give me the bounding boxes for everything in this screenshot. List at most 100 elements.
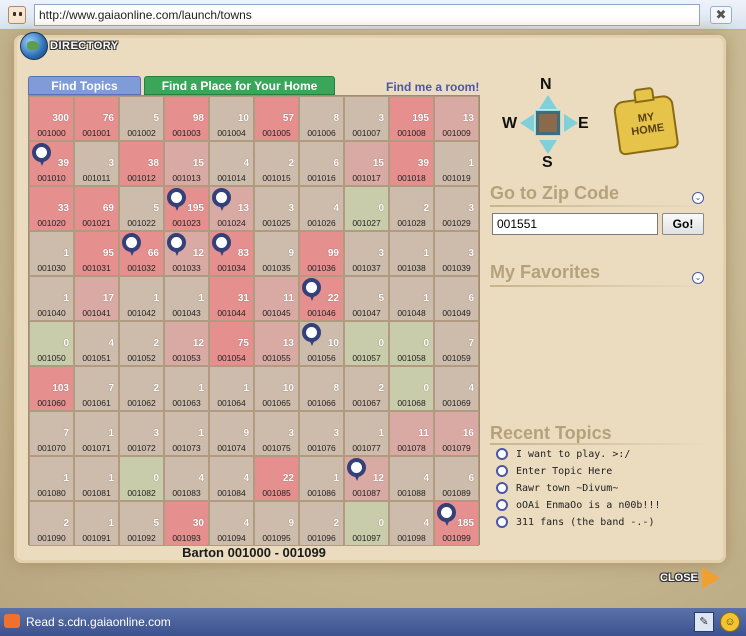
arrow-right-icon[interactable]: [564, 114, 578, 132]
smiley-icon[interactable]: ☺: [720, 612, 740, 632]
grid-cell[interactable]: 39 001010: [29, 141, 74, 186]
grid-cell[interactable]: 13 001024: [209, 186, 254, 231]
grid-cell[interactable]: 1 001042: [119, 276, 164, 321]
grid-cell[interactable]: 57 001005: [254, 96, 299, 141]
grid-cell[interactable]: 0 001027: [344, 186, 389, 231]
grid-cell[interactable]: 1 001091: [74, 501, 119, 546]
grid-cell[interactable]: 8 001066: [299, 366, 344, 411]
grid-cell[interactable]: 13 001009: [434, 96, 479, 141]
grid-cell[interactable]: 195 001008: [389, 96, 434, 141]
speech-bubble-icon[interactable]: [212, 188, 231, 212]
grid-cell[interactable]: 4 001098: [389, 501, 434, 546]
grid-cell[interactable]: 1 001038: [389, 231, 434, 276]
grid-cell[interactable]: 0 001068: [389, 366, 434, 411]
grid-cell[interactable]: 9 001074: [209, 411, 254, 456]
grid-cell[interactable]: 1 001043: [164, 276, 209, 321]
grid-cell[interactable]: 75 001054: [209, 321, 254, 366]
speech-bubble-icon[interactable]: [212, 233, 231, 257]
grid-cell[interactable]: 195 001023: [164, 186, 209, 231]
grid-cell[interactable]: 30 001093: [164, 501, 209, 546]
grid-cell[interactable]: 33 001020: [29, 186, 74, 231]
grid-cell[interactable]: 4 001026: [299, 186, 344, 231]
grid-cell[interactable]: 12 001087: [344, 456, 389, 501]
grid-cell[interactable]: 4 001051: [74, 321, 119, 366]
grid-cell[interactable]: 3 001011: [74, 141, 119, 186]
speech-bubble-icon[interactable]: [167, 233, 186, 257]
grid-cell[interactable]: 9 001035: [254, 231, 299, 276]
grid-cell[interactable]: 1 001048: [389, 276, 434, 321]
chevron-down-icon[interactable]: ⌄: [692, 192, 704, 204]
grid-cell[interactable]: 66 001032: [119, 231, 164, 276]
grid-cell[interactable]: 5 001047: [344, 276, 389, 321]
tab-find-topics[interactable]: Find Topics: [28, 76, 141, 95]
grid-cell[interactable]: 185 001099: [434, 501, 479, 546]
arrow-left-icon[interactable]: [520, 114, 534, 132]
grid-cell[interactable]: 31 001044: [209, 276, 254, 321]
my-home-button[interactable]: MY HOME: [612, 86, 680, 156]
recent-topic-item[interactable]: 311 fans (the band -.-): [494, 514, 714, 531]
find-room-link[interactable]: Find me a room!: [386, 80, 479, 94]
grid-cell[interactable]: 8 001006: [299, 96, 344, 141]
go-button[interactable]: Go!: [662, 213, 704, 235]
grid-cell[interactable]: 0 001050: [29, 321, 74, 366]
grid-cell[interactable]: 0 001082: [119, 456, 164, 501]
grid-cell[interactable]: 0 001058: [389, 321, 434, 366]
grid-cell[interactable]: 13 001055: [254, 321, 299, 366]
grid-cell[interactable]: 11 001045: [254, 276, 299, 321]
recent-topic-item[interactable]: I want to play. >:/: [494, 446, 714, 463]
grid-cell[interactable]: 6 001089: [434, 456, 479, 501]
grid-cell[interactable]: 1 001080: [29, 456, 74, 501]
grid-cell[interactable]: 0 001097: [344, 501, 389, 546]
grid-cell[interactable]: 1 001077: [344, 411, 389, 456]
grid-cell[interactable]: 10 001065: [254, 366, 299, 411]
grid-cell[interactable]: 5 001002: [119, 96, 164, 141]
grid-cell[interactable]: 3 001075: [254, 411, 299, 456]
speech-bubble-icon[interactable]: [32, 143, 51, 167]
compass-north[interactable]: N: [540, 76, 552, 94]
grid-cell[interactable]: 5 001022: [119, 186, 164, 231]
grid-cell[interactable]: 7 001070: [29, 411, 74, 456]
grid-cell[interactable]: 17 001041: [74, 276, 119, 321]
grid-cell[interactable]: 99 001036: [299, 231, 344, 276]
grid-cell[interactable]: 83 001034: [209, 231, 254, 276]
grid-cell[interactable]: 3 001037: [344, 231, 389, 276]
grid-cell[interactable]: 39 001018: [389, 141, 434, 186]
grid-cell[interactable]: 4 001094: [209, 501, 254, 546]
grid-cell[interactable]: 4 001088: [389, 456, 434, 501]
grid-cell[interactable]: 1 001030: [29, 231, 74, 276]
grid-cell[interactable]: 10 001056: [299, 321, 344, 366]
grid-cell[interactable]: 12 001053: [164, 321, 209, 366]
grid-cell[interactable]: 1 001063: [164, 366, 209, 411]
grid-cell[interactable]: 22 001046: [299, 276, 344, 321]
grid-cell[interactable]: 300 001000: [29, 96, 74, 141]
close-tab-icon[interactable]: ✖: [710, 6, 732, 24]
recent-topic-item[interactable]: oOAi EnmaOo is a n00b!!!: [494, 497, 714, 514]
grid-cell[interactable]: 1 001081: [74, 456, 119, 501]
arrow-down-icon[interactable]: [539, 140, 557, 154]
recent-topic-item[interactable]: Enter Topic Here: [494, 463, 714, 480]
grid-cell[interactable]: 22 001085: [254, 456, 299, 501]
grid-cell[interactable]: 16 001079: [434, 411, 479, 456]
grid-cell[interactable]: 11 001078: [389, 411, 434, 456]
grid-cell[interactable]: 3 001029: [434, 186, 479, 231]
grid-cell[interactable]: 2 001015: [254, 141, 299, 186]
grid-cell[interactable]: 2 001062: [119, 366, 164, 411]
grid-cell[interactable]: 5 001092: [119, 501, 164, 546]
grid-cell[interactable]: 3 001076: [299, 411, 344, 456]
grid-cell[interactable]: 7 001061: [74, 366, 119, 411]
grid-cell[interactable]: 2 001090: [29, 501, 74, 546]
recent-topic-item[interactable]: Rawr town ~Divum~: [494, 480, 714, 497]
grid-cell[interactable]: 0 001057: [344, 321, 389, 366]
speech-bubble-icon[interactable]: [437, 503, 456, 527]
grid-cell[interactable]: 1 001019: [434, 141, 479, 186]
compass-south[interactable]: S: [542, 154, 553, 172]
speech-bubble-icon[interactable]: [347, 458, 366, 482]
grid-cell[interactable]: 3 001039: [434, 231, 479, 276]
chevron-down-icon[interactable]: ⌄: [692, 272, 704, 284]
zip-code-input[interactable]: [492, 213, 658, 235]
grid-cell[interactable]: 98 001003: [164, 96, 209, 141]
grid-cell[interactable]: 69 001021: [74, 186, 119, 231]
compass-east[interactable]: E: [578, 115, 589, 133]
compass-west[interactable]: W: [502, 115, 517, 133]
grid-cell[interactable]: 1 001086: [299, 456, 344, 501]
